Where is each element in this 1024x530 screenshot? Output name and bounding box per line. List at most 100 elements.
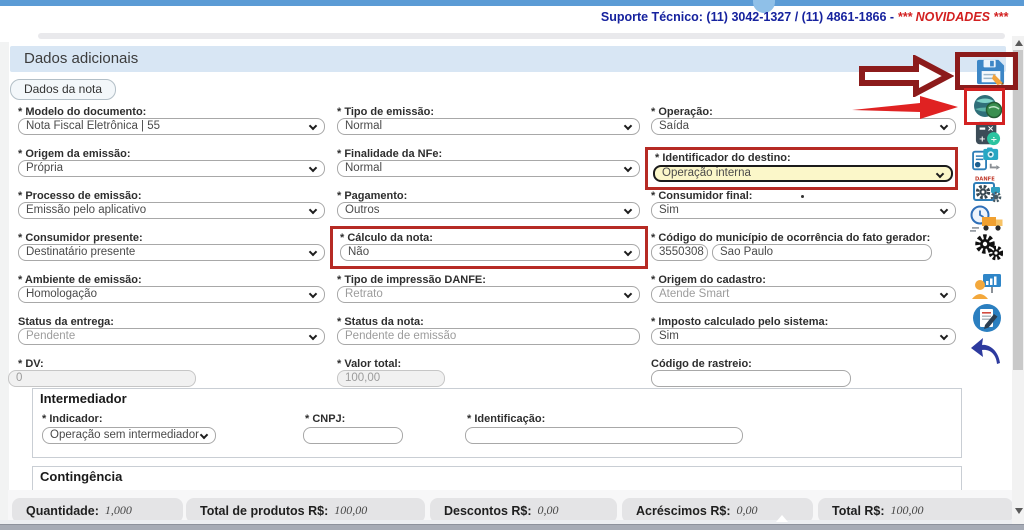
- note-pencil-icon: [973, 304, 1001, 332]
- label-origem-emissao: * Origem da emissão:: [18, 148, 131, 160]
- clock-truck-icon: [970, 205, 1003, 232]
- scrollbar-down-icon[interactable]: [1015, 508, 1023, 514]
- label-ambiente-emissao: * Ambiente de emissão:: [18, 274, 142, 286]
- consumidor-presente-select[interactable]: Destinatário presente: [18, 244, 325, 261]
- identificador-destino-select[interactable]: Operação interna: [653, 165, 953, 182]
- imposto-calculado-select[interactable]: Sim: [651, 328, 956, 345]
- label-status-nota: * Status da nota:: [337, 316, 424, 328]
- pagamento-select[interactable]: Outros: [337, 202, 640, 219]
- label-operacao: * Operação:: [651, 106, 713, 118]
- chevron-down-icon: [308, 289, 318, 299]
- chevron-down-icon: [308, 121, 318, 131]
- edit-note-button[interactable]: [971, 302, 1003, 334]
- chevron-down-icon: [308, 331, 318, 341]
- label-codigo-municipio: * Código do município de ocorrência do f…: [651, 232, 931, 244]
- chevron-down-icon: [308, 163, 318, 173]
- dv-input: 0: [8, 370, 196, 387]
- taskbar-edge: [0, 524, 1024, 530]
- processo-emissao-select[interactable]: Emissão pelo aplicativo: [18, 202, 325, 219]
- transmit-button[interactable]: [972, 92, 1004, 122]
- tab-dados-da-nota[interactable]: Dados da nota: [10, 79, 116, 100]
- codigo-municipio-input[interactable]: 3550308: [651, 244, 708, 261]
- client-report-button[interactable]: [971, 272, 1003, 300]
- chevron-down-icon: [939, 289, 949, 299]
- contingencia-title: Contingência: [40, 469, 123, 484]
- danfe-settings-button[interactable]: DANFE: [971, 174, 1003, 204]
- calculo-nota-select[interactable]: Não: [340, 244, 640, 261]
- label-origem-cadastro: * Origem do cadastro:: [651, 274, 766, 286]
- valor-total-input: 100,00: [337, 370, 445, 387]
- globe-transmit-icon: [974, 95, 1003, 119]
- label-calculo-nota: * Cálculo da nota:: [340, 232, 433, 244]
- nfe-dados-adicionais-page: Suporte Técnico: (11) 3042-1327 / (11) 4…: [0, 0, 1024, 530]
- label-tipo-emissao: * Tipo de emissão:: [337, 106, 434, 118]
- label-consumidor-presente: * Consumidor presente:: [18, 232, 143, 244]
- chevron-down-icon: [308, 205, 318, 215]
- back-arrow-icon: [971, 338, 1000, 364]
- scrollbar-thumb[interactable]: [1013, 50, 1023, 370]
- chevron-down-icon: [308, 247, 318, 257]
- scrollbar-up-icon[interactable]: [1015, 40, 1023, 46]
- label-pagamento: * Pagamento:: [337, 190, 408, 202]
- label-imposto-calculado: * Imposto calculado pelo sistema:: [651, 316, 829, 328]
- finalidade-nfe-select[interactable]: Normal: [337, 160, 640, 177]
- svg-text:÷: ÷: [990, 134, 997, 144]
- tipo-impressao-danfe-select[interactable]: Retrato: [337, 286, 640, 303]
- label-modelo-documento: * Modelo do documento:: [18, 106, 147, 118]
- label-codigo-rastreio: Código de rastreio:: [651, 358, 752, 370]
- consumidor-final-select[interactable]: Sim: [651, 202, 956, 219]
- label-tipo-impressao-danfe: * Tipo de impressão DANFE:: [337, 274, 486, 286]
- chevron-down-icon: [199, 430, 209, 440]
- person-chart-icon: [972, 274, 1001, 299]
- support-phone-text: Suporte Técnico: (11) 3042-1327 / (11) 4…: [601, 10, 1008, 24]
- save-button[interactable]: [976, 58, 1006, 86]
- status-entrega-select[interactable]: Pendente: [18, 328, 325, 345]
- tipo-emissao-select[interactable]: Normal: [337, 118, 640, 135]
- document-camera-icon: [972, 147, 1000, 171]
- chevron-down-icon: [623, 247, 633, 257]
- chevron-down-icon: [623, 205, 633, 215]
- chevron-down-icon: [935, 169, 945, 179]
- back-button[interactable]: [969, 336, 1003, 366]
- ambiente-emissao-select[interactable]: Homologação: [18, 286, 325, 303]
- label-indicador: * Indicador:: [42, 413, 103, 425]
- floppy-disk-icon: [977, 59, 1005, 86]
- indicador-select[interactable]: Operação sem intermediador: [42, 427, 216, 444]
- chevron-down-icon: [623, 121, 633, 131]
- taskbar-notch: [776, 515, 788, 522]
- calculator-icon: × + ÷: [975, 121, 1001, 146]
- support-label: Suporte Técnico: (11) 3042-1327 / (11) 4…: [600, 10, 898, 24]
- svg-text:DANFE: DANFE: [975, 177, 995, 183]
- svg-text:+: +: [979, 133, 986, 143]
- schedule-delivery-button[interactable]: [970, 205, 1004, 233]
- stray-dot: [801, 195, 804, 198]
- identificacao-input[interactable]: [465, 427, 743, 444]
- page-title: Dados adicionais: [10, 46, 1006, 72]
- left-gutter: [0, 42, 9, 522]
- chevron-down-icon: [939, 205, 949, 215]
- municipio-nome-input[interactable]: Sao Paulo: [712, 244, 932, 261]
- label-status-entrega: Status da entrega:: [18, 316, 114, 328]
- copy-photo-button[interactable]: [971, 147, 1003, 173]
- solid-arrow-annotation: [852, 96, 958, 119]
- label-valor-total: * Valor total:: [337, 358, 402, 370]
- danfe-gear-icon: DANFE: [973, 177, 1002, 203]
- chevron-down-icon: [939, 121, 949, 131]
- origem-emissao-select[interactable]: Própria: [18, 160, 325, 177]
- label-processo-emissao: * Processo de emissão:: [18, 190, 142, 202]
- label-dv: * DV:: [18, 358, 44, 370]
- origem-cadastro-select[interactable]: Atende Smart: [651, 286, 956, 303]
- top-accent-bar: [0, 0, 1024, 6]
- status-nota-input: Pendente de emissão: [337, 328, 640, 345]
- header-divider: [38, 33, 1005, 39]
- chevron-down-icon: [939, 331, 949, 341]
- label-cnpj: * CNPJ:: [305, 413, 346, 425]
- cnpj-input[interactable]: [303, 427, 403, 444]
- codigo-rastreio-input[interactable]: [651, 370, 851, 387]
- modelo-documento-select[interactable]: Nota Fiscal Eletrônica | 55: [18, 118, 325, 135]
- novidades-link[interactable]: *** NOVIDADES ***: [898, 10, 1008, 24]
- contingencia-fieldset: [32, 466, 962, 490]
- settings-button[interactable]: [973, 233, 1004, 261]
- calculator-button[interactable]: × + ÷: [974, 121, 1002, 147]
- label-identificador-destino: * Identificador do destino:: [655, 152, 791, 164]
